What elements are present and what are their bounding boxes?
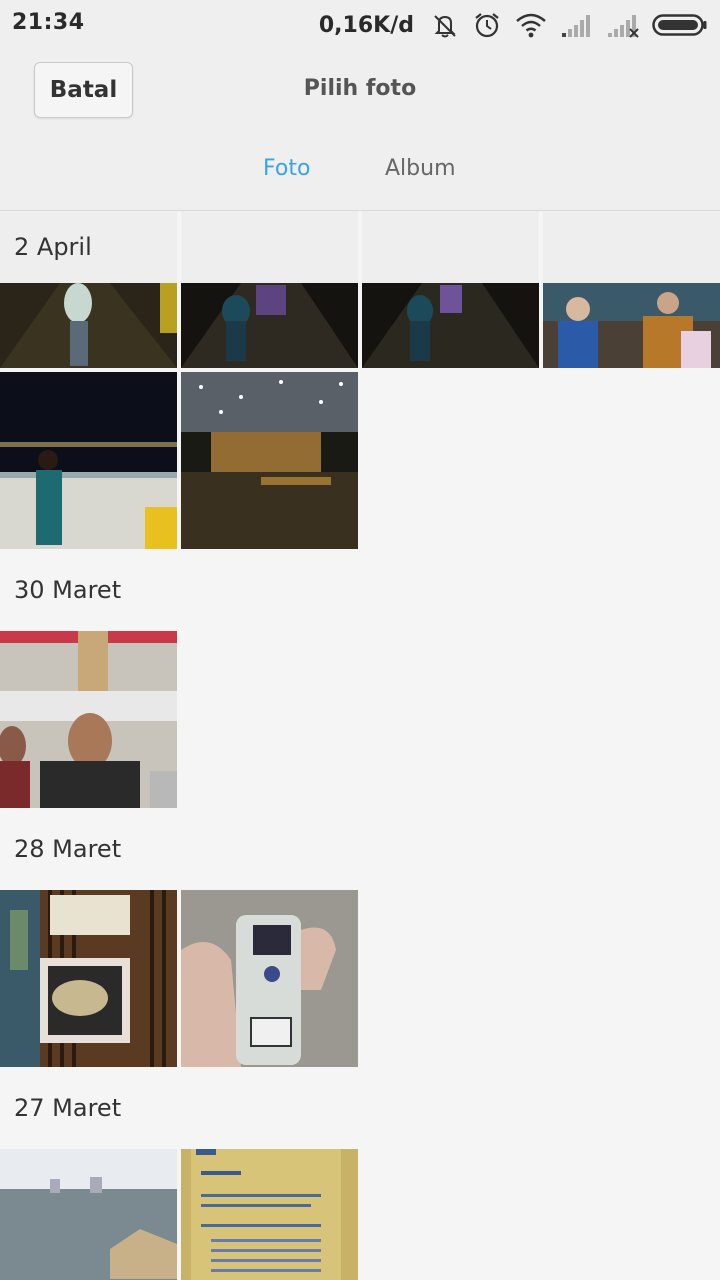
photo-thumbnail[interactable] [0, 631, 177, 808]
photo-thumbnail[interactable] [543, 211, 720, 388]
photo-thumbnail[interactable] [181, 1149, 358, 1280]
photo-thumbnail[interactable] [181, 372, 358, 549]
signal-icon [560, 11, 594, 39]
tab-album[interactable]: Album [385, 156, 456, 181]
page-title: Pilih foto [303, 76, 417, 101]
photo-thumbnail[interactable] [0, 1149, 177, 1280]
section-date: 2 April [14, 233, 92, 261]
section-date: 28 Maret [14, 835, 122, 863]
photo-grid: 2 April 30 Maret 28 Maret 27 Maret [0, 211, 720, 1280]
battery-icon [652, 12, 708, 38]
photo-thumbnail[interactable] [0, 372, 177, 549]
photo-thumbnail[interactable] [362, 211, 539, 388]
section-date: 30 Maret [14, 576, 122, 604]
header: Batal Pilih foto Foto Album [0, 50, 720, 211]
notifications-off-icon [430, 10, 460, 40]
photo-thumbnail[interactable] [181, 890, 358, 1067]
status-icons: 0,16K/d [319, 8, 708, 42]
status-time: 21:34 [12, 10, 85, 35]
status-bar: 21:34 0,16K/d [0, 0, 720, 50]
photo-thumbnail[interactable] [0, 890, 177, 1067]
section-date: 27 Maret [14, 1094, 122, 1122]
photo-thumbnail[interactable] [181, 211, 358, 388]
network-speed: 0,16K/d [318, 12, 414, 38]
wifi-icon [514, 10, 548, 40]
signal-no-service-icon [606, 11, 640, 39]
alarm-icon [472, 10, 502, 40]
tab-foto[interactable]: Foto [263, 156, 310, 181]
